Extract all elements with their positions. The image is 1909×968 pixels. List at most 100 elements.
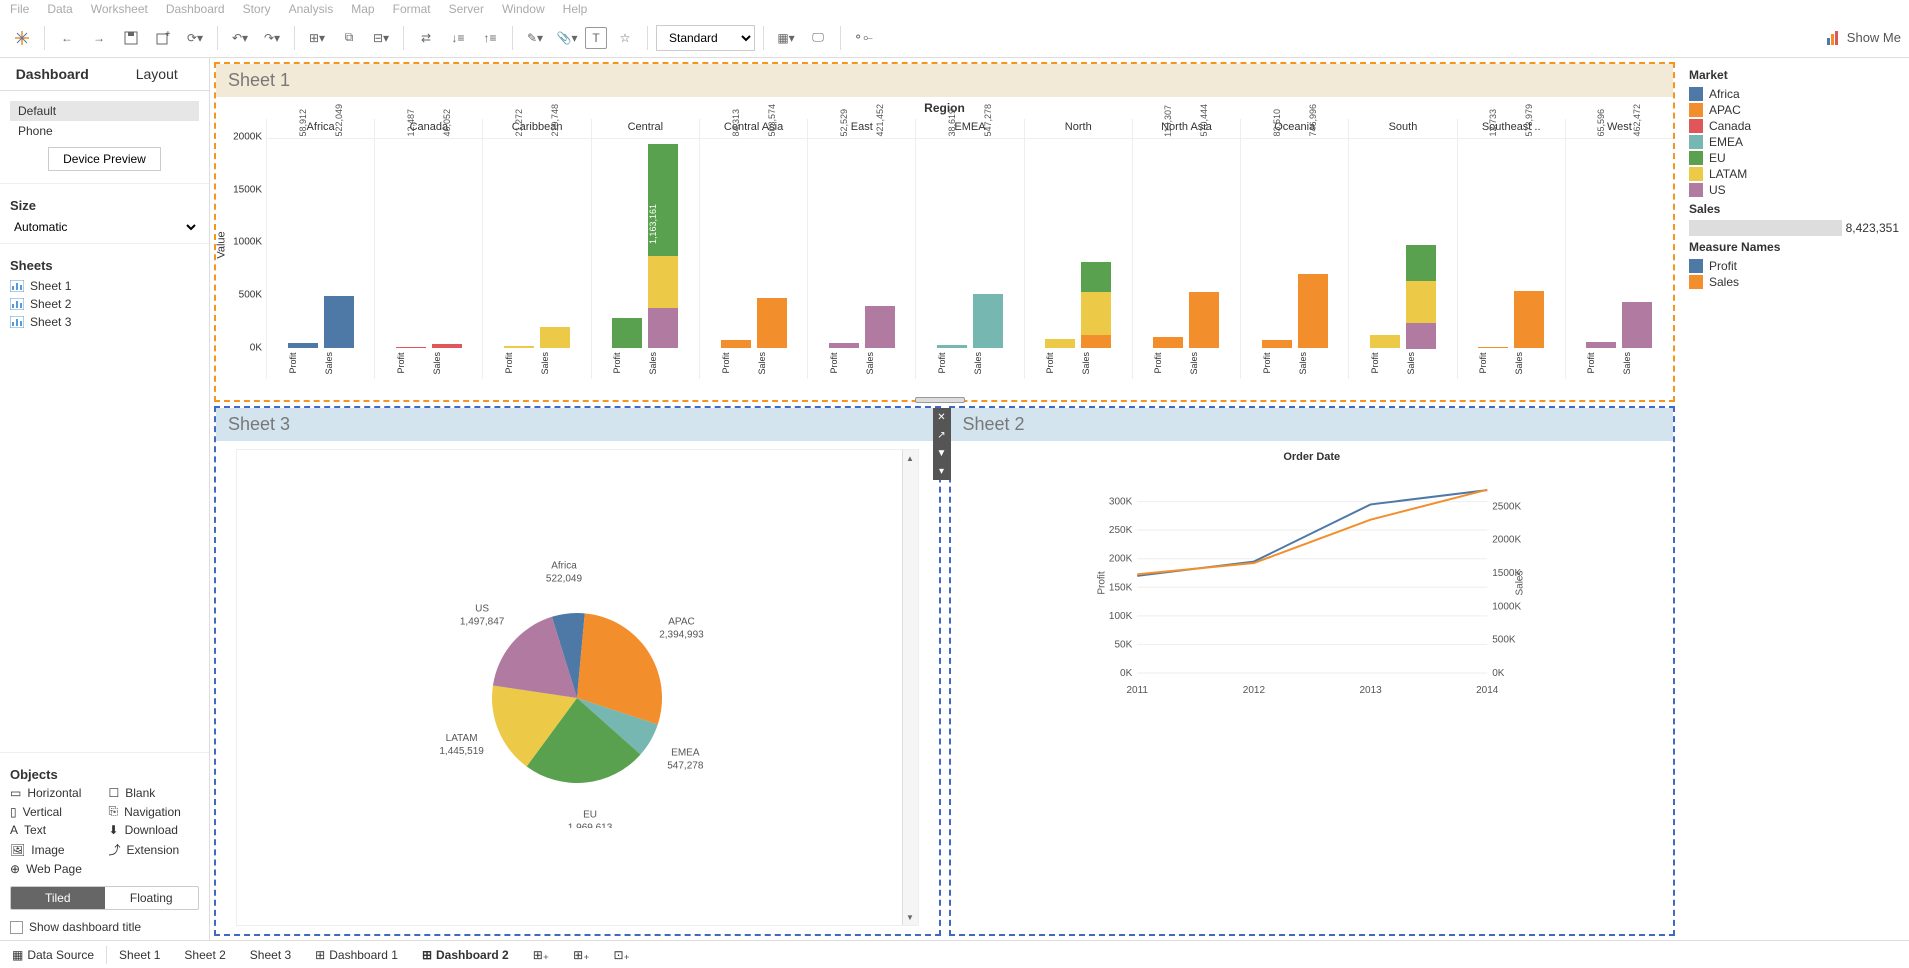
resize-grip[interactable] [915, 397, 965, 403]
menu-story[interactable]: Story [243, 2, 271, 16]
obj-webpage[interactable]: ⊕ Web Page [10, 862, 101, 876]
highlight-icon[interactable]: ✎▾ [521, 24, 549, 52]
profit-bar[interactable]: 65,596 [1586, 139, 1616, 348]
device-default[interactable]: Default [10, 101, 199, 121]
legend-item[interactable]: US [1689, 182, 1899, 198]
text-label-icon[interactable]: T [585, 27, 607, 49]
sheet-item-3[interactable]: Sheet 3 [10, 313, 199, 331]
legend-item[interactable]: Profit [1689, 258, 1899, 274]
tab-sheet2[interactable]: Sheet 2 [172, 944, 237, 966]
sales-bar[interactable] [1081, 139, 1111, 348]
swap-icon[interactable]: ⇄ [412, 24, 440, 52]
legend-item[interactable]: Canada [1689, 118, 1899, 134]
floating-button[interactable]: Floating [105, 887, 199, 909]
legend-item[interactable]: EMEA [1689, 134, 1899, 150]
tab-layout[interactable]: Layout [105, 58, 210, 90]
profit-bar[interactable]: 38,619 [937, 139, 967, 348]
sales-bar[interactable]: 547,278 [973, 139, 1003, 348]
obj-horizontal[interactable]: ▭ Horizontal [10, 786, 101, 800]
sales-bar[interactable]: 46,052 [432, 139, 462, 348]
sales-bar[interactable]: 219,748 [540, 139, 570, 348]
profit-bar[interactable]: 12,487 [396, 139, 426, 348]
profit-bar[interactable] [1045, 139, 1075, 348]
filter-icon[interactable]: ▼ [933, 444, 951, 462]
tiled-button[interactable]: Tiled [11, 887, 105, 909]
legend-item[interactable]: EU [1689, 150, 1899, 166]
menu-data[interactable]: Data [47, 2, 72, 16]
legend-item[interactable]: Africa [1689, 86, 1899, 102]
new-sheet-icon[interactable]: ⊞₊ [521, 944, 561, 966]
tab-dashboard2[interactable]: ⊞ Dashboard 2 [410, 942, 521, 966]
obj-image[interactable]: 🖼 Image [10, 841, 101, 858]
show-title-checkbox[interactable] [10, 921, 23, 934]
sales-bar[interactable] [1406, 139, 1436, 348]
duplicate-icon[interactable]: ⧉ [335, 24, 363, 52]
profit-bar[interactable]: 21,272 [504, 139, 534, 348]
undo-icon[interactable]: ↶▾ [226, 24, 254, 52]
clear-icon[interactable]: ⊟▾ [367, 24, 395, 52]
obj-navigation[interactable]: ⎘ Navigation [109, 804, 200, 819]
device-phone[interactable]: Phone [10, 121, 199, 141]
new-story-icon[interactable]: ⊡₊ [601, 944, 641, 966]
sheet3-container[interactable]: Sheet 3 Africa522,049APAC2,394,993EMEA54… [214, 406, 941, 936]
tableau-logo-icon[interactable] [8, 24, 36, 52]
sort-asc-icon[interactable]: ↓≡ [444, 24, 472, 52]
profit-bar[interactable]: 58,912 [288, 139, 318, 348]
sales-bar[interactable]: 570,444 [1189, 139, 1219, 348]
redo-icon[interactable]: ↷▾ [258, 24, 286, 52]
auto-update-icon[interactable]: ⟳▾ [181, 24, 209, 52]
legend-item[interactable]: LATAM [1689, 166, 1899, 182]
share-icon[interactable]: ⚬⟜ [849, 24, 877, 52]
device-preview-button[interactable]: Device Preview [48, 147, 161, 171]
menu-server[interactable]: Server [449, 2, 484, 16]
menu-help[interactable]: Help [563, 2, 588, 16]
profit-bar[interactable]: 52,529 [829, 139, 859, 348]
more-icon[interactable]: ▾ [933, 462, 951, 480]
sort-desc-icon[interactable]: ↑≡ [476, 24, 504, 52]
sales-bar[interactable]: 746,996 [1298, 139, 1328, 348]
obj-blank[interactable]: ☐ Blank [109, 786, 200, 800]
menu-worksheet[interactable]: Worksheet [91, 2, 148, 16]
new-worksheet-icon[interactable]: ⊞▾ [303, 24, 331, 52]
tab-dashboard1[interactable]: ⊞ Dashboard 1 [303, 944, 410, 966]
remove-icon[interactable]: ✕ [933, 408, 951, 426]
menu-analysis[interactable]: Analysis [289, 2, 334, 16]
profit-bar[interactable] [1370, 139, 1400, 348]
sales-bar[interactable]: 522,049 [324, 139, 354, 348]
back-icon[interactable]: ← [53, 24, 81, 52]
menu-file[interactable]: File [10, 2, 29, 16]
goto-icon[interactable]: ↗ [933, 426, 951, 444]
obj-text[interactable]: A Text [10, 823, 101, 837]
menu-window[interactable]: Window [502, 2, 545, 16]
profit-bar[interactable]: 12,733 [1478, 139, 1508, 348]
tab-sheet1[interactable]: Sheet 1 [107, 944, 172, 966]
new-data-icon[interactable]: + [149, 24, 177, 52]
legend-item[interactable]: Sales [1689, 274, 1899, 290]
new-dashboard-icon[interactable]: ⊞₊ [561, 944, 601, 966]
sheet2-container[interactable]: ✕ ↗ ▼ ▾ Sheet 2 Order Date 0K50K100K150K… [949, 406, 1676, 936]
sheet1-container[interactable]: Sheet 1 Region Value 0K 500K 1000K 1500K… [214, 62, 1675, 402]
save-icon[interactable] [117, 24, 145, 52]
data-source-tab[interactable]: ▦ Data Source [0, 944, 106, 966]
star-icon[interactable]: ☆ [611, 24, 639, 52]
presentation-icon[interactable]: 🖵 [804, 24, 832, 52]
sales-bar[interactable]: 462,472 [1622, 139, 1652, 348]
forward-icon[interactable]: → [85, 24, 113, 52]
profit-bar[interactable]: 113,307 [1153, 139, 1183, 348]
sheet-item-2[interactable]: Sheet 2 [10, 295, 199, 313]
sales-bar[interactable]: 421,452 [865, 139, 895, 348]
scrollbar-vertical[interactable]: ▲ ▼ [902, 450, 918, 925]
show-cards-icon[interactable]: ▦▾ [772, 24, 800, 52]
profit-bar[interactable]: 83,510 [1262, 139, 1292, 348]
menu-format[interactable]: Format [393, 2, 431, 16]
obj-vertical[interactable]: ▯ Vertical [10, 804, 101, 819]
sales-bar[interactable]: 573,979 [1514, 139, 1544, 348]
sales-bar[interactable]: 503,574 [757, 139, 787, 348]
legend-item[interactable]: APAC [1689, 102, 1899, 118]
menu-map[interactable]: Map [351, 2, 374, 16]
tab-dashboard[interactable]: Dashboard [0, 58, 105, 90]
sheet-item-1[interactable]: Sheet 1 [10, 277, 199, 295]
size-dropdown[interactable]: Automatic [10, 217, 199, 237]
profit-bar[interactable]: 84,313 [721, 139, 751, 348]
menu-dashboard[interactable]: Dashboard [166, 2, 225, 16]
